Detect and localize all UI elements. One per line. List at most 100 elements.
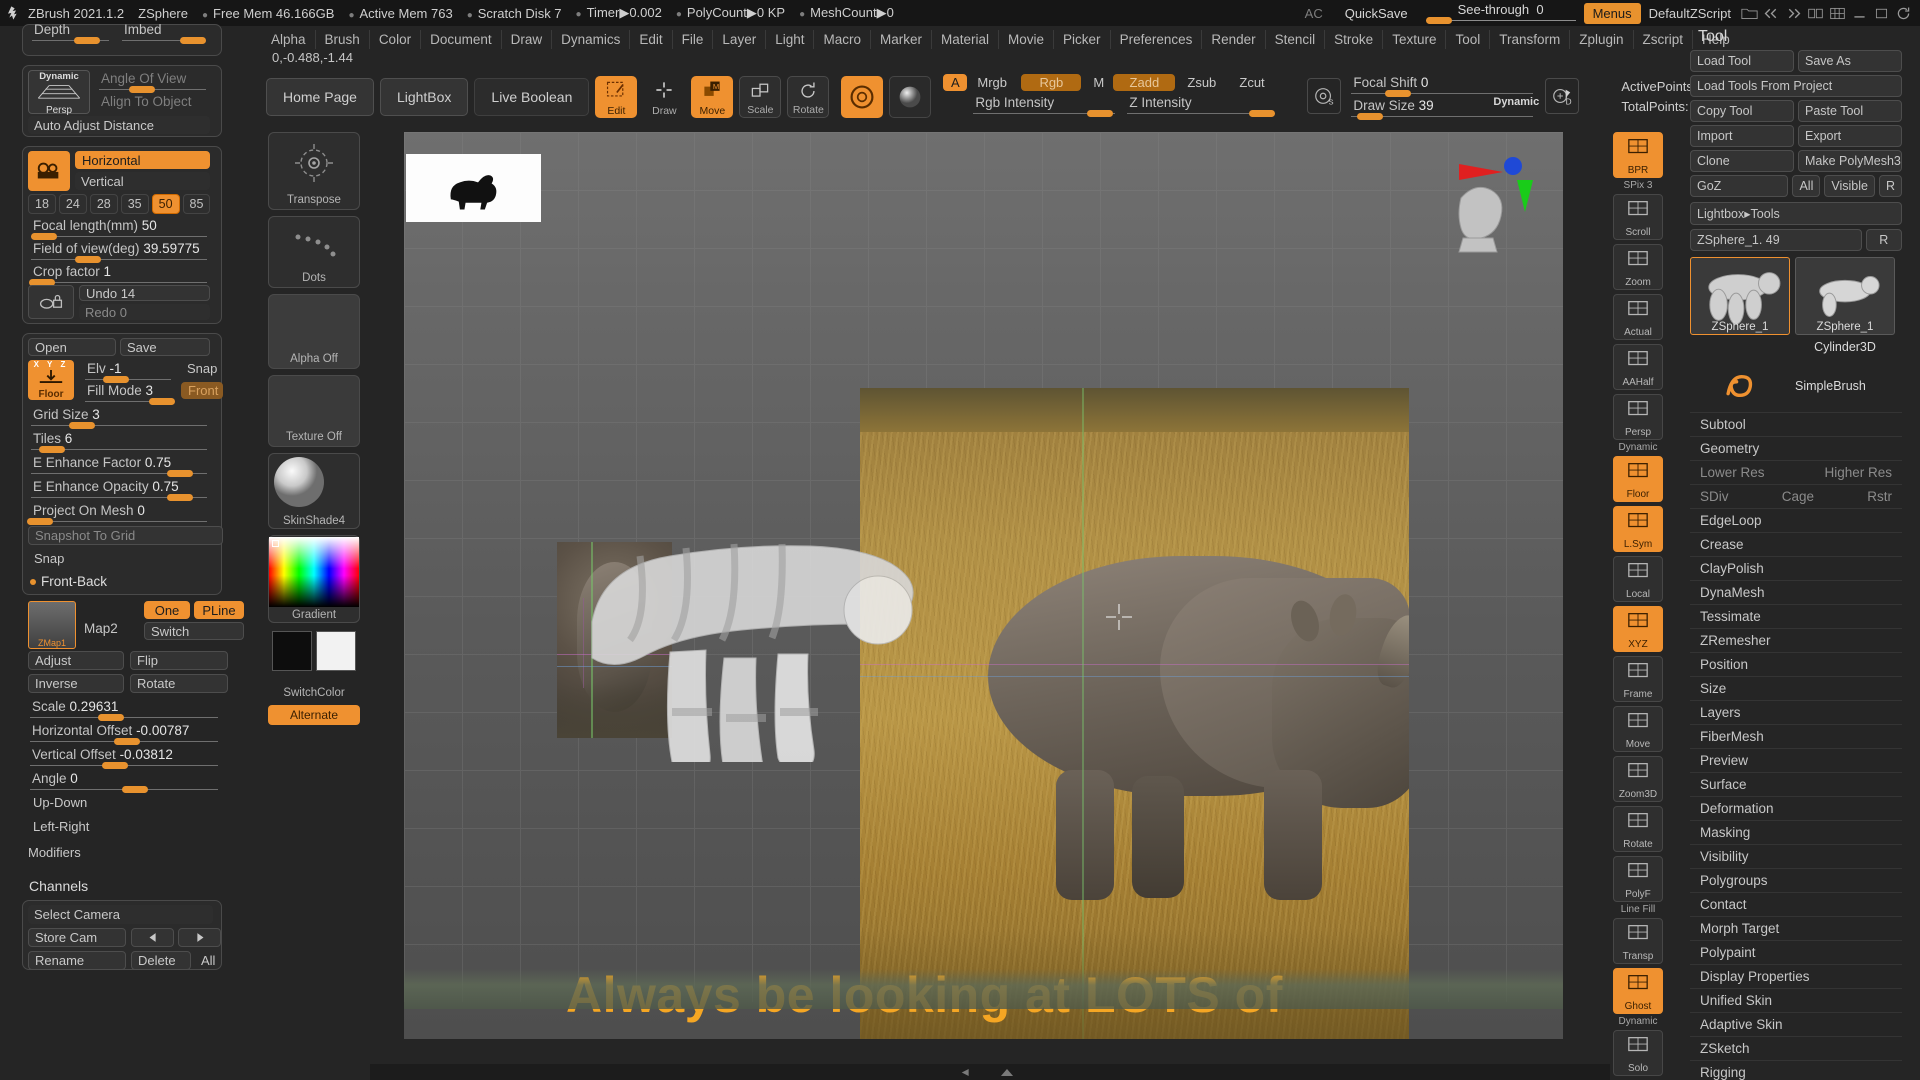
refresh-icon[interactable] bbox=[1895, 6, 1912, 21]
alpha-toggle[interactable]: A bbox=[943, 74, 968, 91]
menu-item-texture[interactable]: Texture bbox=[1382, 29, 1445, 49]
section-inline-label-3[interactable]: Rstr bbox=[1867, 489, 1892, 504]
tool-section-zremesher[interactable]: ZRemesher bbox=[1690, 628, 1902, 652]
viewport-button-zoom3d[interactable]: Zoom3D bbox=[1613, 756, 1663, 802]
focal-preset-85[interactable]: 85 bbox=[182, 194, 211, 214]
focal-preset-35[interactable]: 35 bbox=[120, 194, 149, 214]
camera-lock-button[interactable] bbox=[28, 285, 74, 319]
viewport-button-ghost[interactable]: Ghost bbox=[1613, 968, 1663, 1014]
tool-section-geometry[interactable]: Geometry bbox=[1690, 436, 1902, 460]
scroll-up-icon[interactable] bbox=[994, 1068, 1020, 1077]
focal-shift-slider[interactable]: Focal Shift 0 bbox=[1347, 74, 1537, 97]
menu-item-edit[interactable]: Edit bbox=[629, 29, 671, 49]
minimize-icon[interactable] bbox=[1851, 6, 1868, 21]
tool-section-visibility[interactable]: Visibility bbox=[1690, 844, 1902, 868]
focal-shift-icon-button[interactable]: S bbox=[1307, 78, 1342, 114]
redo-button[interactable]: Redo 0 bbox=[79, 304, 210, 320]
grid-size-slider[interactable]: Grid Size 3 bbox=[27, 406, 211, 429]
tool-button-save-as[interactable]: Save As bbox=[1798, 50, 1902, 72]
tool-button-load-tools-from-project[interactable]: Load Tools From Project bbox=[1690, 75, 1902, 97]
tool-section-contact[interactable]: Contact bbox=[1690, 892, 1902, 916]
store-cam-button[interactable]: Store Cam bbox=[28, 928, 126, 947]
transpose-tool[interactable]: Transpose bbox=[268, 132, 360, 210]
scale-mode-button[interactable]: Scale bbox=[739, 76, 782, 118]
menu-item-transform[interactable]: Transform bbox=[1489, 29, 1569, 49]
menu-item-macro[interactable]: Macro bbox=[813, 29, 870, 49]
simplebrush-thumb[interactable] bbox=[1690, 368, 1790, 404]
tool-section-adaptive-skin[interactable]: Adaptive Skin bbox=[1690, 1012, 1902, 1036]
tiles-slider[interactable]: Tiles 6 bbox=[27, 430, 211, 453]
pline-button[interactable]: PLine bbox=[194, 601, 244, 619]
menu-item-zplugin[interactable]: Zplugin bbox=[1569, 29, 1632, 49]
tool-section-edgeloop[interactable]: EdgeLoop bbox=[1690, 508, 1902, 532]
sphere-brush-button[interactable] bbox=[841, 76, 884, 118]
viewport-button-local[interactable]: Local bbox=[1613, 556, 1663, 602]
zsphere-row-r[interactable]: R bbox=[1865, 229, 1902, 251]
dynamic-toggle-button[interactable]: D bbox=[1545, 78, 1580, 114]
rename-button[interactable]: Rename bbox=[28, 951, 126, 970]
menu-item-preferences[interactable]: Preferences bbox=[1109, 29, 1202, 49]
tool-section-fibermesh[interactable]: FiberMesh bbox=[1690, 724, 1902, 748]
vertical-toggle[interactable]: Vertical bbox=[75, 172, 210, 190]
grid-icon[interactable] bbox=[1829, 6, 1846, 21]
section-inline-label-2[interactable]: Cage bbox=[1782, 489, 1814, 504]
zcut-toggle[interactable]: Zcut bbox=[1233, 74, 1279, 91]
tool-section-display-properties[interactable]: Display Properties bbox=[1690, 964, 1902, 988]
menu-item-zscript[interactable]: Zscript bbox=[1632, 29, 1693, 49]
viewport-canvas[interactable]: Always be looking at LOTS of reference i… bbox=[404, 132, 1563, 1039]
draw-mode-button[interactable]: Draw bbox=[643, 76, 685, 118]
viewport-button-rotate[interactable]: Rotate bbox=[1613, 806, 1663, 852]
switch-color-tool[interactable]: SwitchColor bbox=[268, 629, 360, 699]
focal-preset-28[interactable]: 28 bbox=[89, 194, 118, 214]
rgb-toggle[interactable]: Rgb bbox=[1021, 74, 1082, 91]
focal-preset-18[interactable]: 18 bbox=[28, 194, 56, 214]
vertical-offset-slider[interactable]: Vertical Offset -0.03812 bbox=[26, 746, 222, 769]
scroll-left-icon[interactable] bbox=[960, 1068, 986, 1077]
menu-item-stroke[interactable]: Stroke bbox=[1324, 29, 1382, 49]
tool-section-polypaint[interactable]: Polypaint bbox=[1690, 940, 1902, 964]
select-camera-button[interactable]: Select Camera bbox=[28, 905, 213, 924]
secondary-color-swatch[interactable] bbox=[316, 631, 356, 671]
move-mode-button[interactable]: M Move bbox=[691, 76, 734, 118]
tool-section-sdiv[interactable]: SDiv Cage Rstr bbox=[1690, 484, 1902, 508]
up-down-button[interactable]: Up-Down bbox=[27, 793, 223, 812]
rotate-button[interactable]: Rotate bbox=[130, 674, 228, 693]
tool-section-unified-skin[interactable]: Unified Skin bbox=[1690, 988, 1902, 1012]
zmap1-thumbnail[interactable]: ZMap1 bbox=[28, 601, 76, 649]
tool-section-polygroups[interactable]: Polygroups bbox=[1690, 868, 1902, 892]
menu-item-picker[interactable]: Picker bbox=[1053, 29, 1110, 49]
edit-mode-button[interactable]: Edit bbox=[595, 76, 638, 118]
viewport-button-move[interactable]: Move bbox=[1613, 706, 1663, 752]
scale-slider[interactable]: Scale 0.29631 bbox=[26, 698, 222, 721]
viewport-button-zoom[interactable]: Zoom bbox=[1613, 244, 1663, 290]
e-enhance-factor-slider[interactable]: E Enhance Factor 0.75 bbox=[27, 454, 211, 477]
alpha-tool[interactable]: Alpha Off bbox=[268, 294, 360, 369]
tool-button-copy-tool[interactable]: Copy Tool bbox=[1690, 100, 1794, 122]
zadd-toggle[interactable]: Zadd bbox=[1113, 74, 1176, 91]
primary-color-swatch[interactable] bbox=[272, 631, 312, 671]
canvas-preview-thumbnail[interactable] bbox=[406, 154, 541, 222]
adjust-button[interactable]: Adjust bbox=[28, 651, 124, 670]
simplebrush-row[interactable]: SimpleBrush bbox=[1690, 368, 1902, 404]
tool-section-position[interactable]: Position bbox=[1690, 652, 1902, 676]
one-button[interactable]: One bbox=[144, 601, 190, 619]
depth-slider[interactable]: Depth bbox=[28, 21, 113, 44]
tool-thumb-zsphere-large[interactable]: ZSphere_1 bbox=[1690, 257, 1790, 335]
viewport-button-floor[interactable]: Floor bbox=[1613, 456, 1663, 502]
zsub-toggle[interactable]: Zsub bbox=[1181, 74, 1227, 91]
tool-section-tessimate[interactable]: Tessimate bbox=[1690, 604, 1902, 628]
viewport-button-actual[interactable]: Actual bbox=[1613, 294, 1663, 340]
menu-item-layer[interactable]: Layer bbox=[712, 29, 765, 49]
menu-item-marker[interactable]: Marker bbox=[870, 29, 931, 49]
tool-button-paste-tool[interactable]: Paste Tool bbox=[1798, 100, 1902, 122]
menu-item-material[interactable]: Material bbox=[931, 29, 998, 49]
tool-section-crease[interactable]: Crease bbox=[1690, 532, 1902, 556]
menu-item-brush[interactable]: Brush bbox=[314, 29, 369, 49]
focal-preset-24[interactable]: 24 bbox=[58, 194, 87, 214]
maximize-icon[interactable] bbox=[1873, 6, 1890, 21]
section-inline-label[interactable]: Higher Res bbox=[1824, 465, 1892, 480]
viewport-button-transp[interactable]: Transp bbox=[1613, 918, 1663, 964]
viewport-button-polyf[interactable]: PolyF bbox=[1613, 856, 1663, 902]
tool-thumb-zsphere[interactable]: ZSphere_1 bbox=[1795, 257, 1895, 335]
see-through-slider[interactable]: See-through 0 bbox=[1425, 2, 1576, 24]
